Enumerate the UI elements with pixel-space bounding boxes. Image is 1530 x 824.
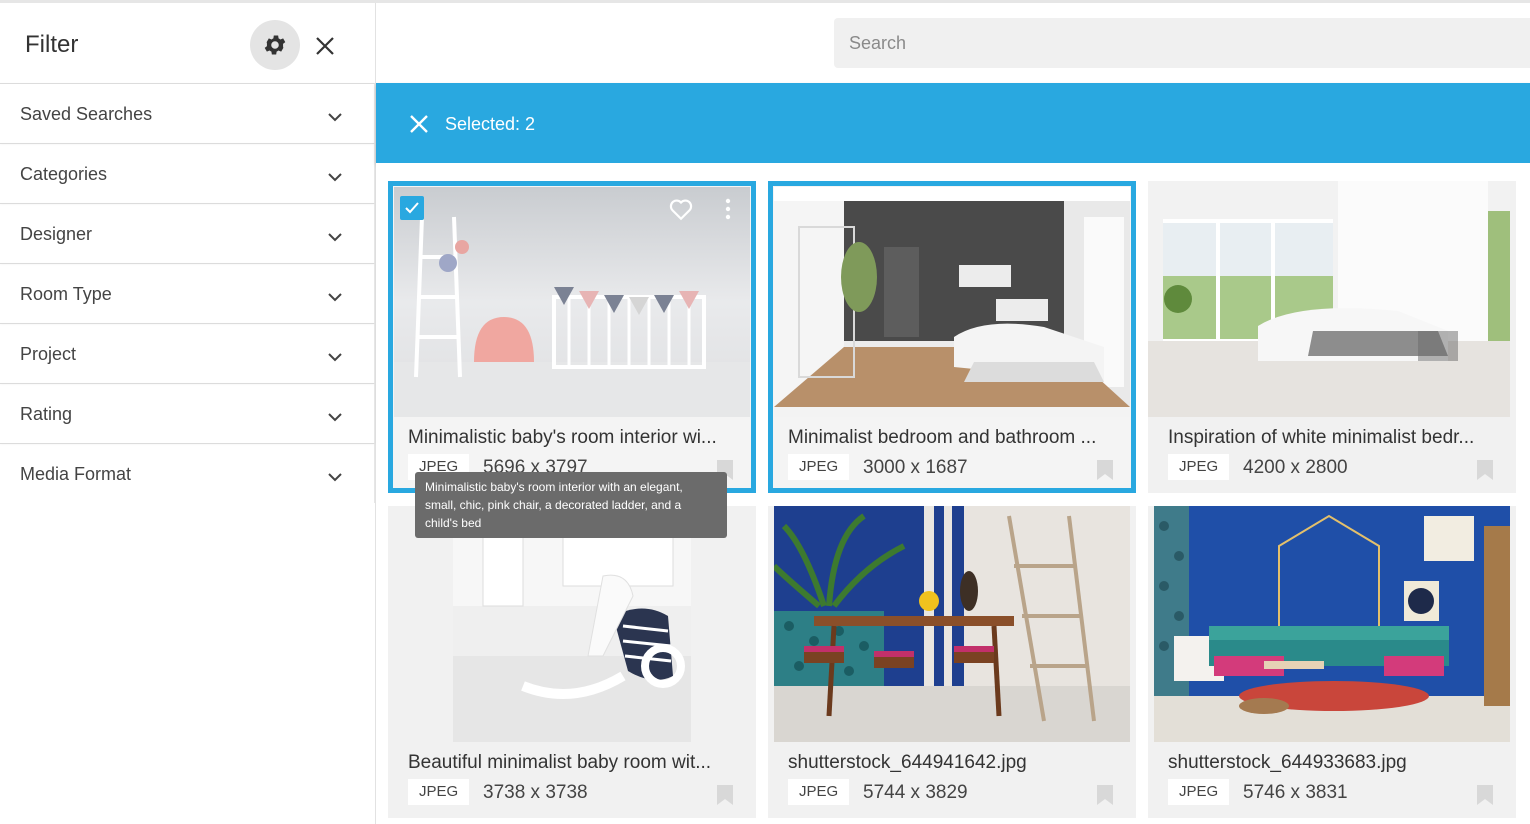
chevron-down-icon: [328, 113, 342, 122]
chevron-down-icon: [328, 233, 342, 242]
selection-count: Selected: 2: [445, 114, 536, 134]
thumbnail-image: [774, 187, 1130, 417]
thumbnail-image: [1148, 181, 1510, 417]
image-dimensions: 4200 x 2800: [1243, 457, 1348, 478]
media-card[interactable]: shutterstock_644933683.jpg JPEG 5746 x 3…: [1148, 506, 1516, 818]
filter-media-format[interactable]: Media Format: [0, 443, 375, 503]
selection-bar: Selected: 2: [376, 83, 1530, 163]
media-card[interactable]: Beautiful minimalist baby room wit... JP…: [388, 506, 756, 818]
search-input[interactable]: Search: [834, 18, 1530, 68]
filter-label: Rating: [20, 404, 73, 424]
filter-label: Categories: [20, 164, 108, 184]
card-title: shutterstock_644941642.jpg: [788, 752, 1027, 773]
bookmark-icon[interactable]: [1096, 784, 1114, 806]
close-icon: [316, 37, 334, 55]
bookmark-icon[interactable]: [1476, 459, 1494, 481]
bookmark-icon[interactable]: [1096, 459, 1114, 481]
chevron-down-icon: [328, 173, 342, 182]
format-badge: JPEG: [1168, 454, 1230, 480]
chevron-down-icon: [328, 473, 342, 482]
filter-label: Media Format: [20, 464, 132, 484]
card-title: Minimalist bedroom and bathroom ...: [788, 427, 1097, 448]
filter-project[interactable]: Project: [0, 323, 375, 383]
chevron-down-icon: [328, 353, 342, 362]
thumbnail-image: [774, 506, 1130, 742]
bookmark-icon[interactable]: [1476, 784, 1494, 806]
chevron-down-icon: [328, 413, 342, 422]
card-title: shutterstock_644933683.jpg: [1168, 752, 1407, 773]
format-badge: JPEG: [788, 779, 850, 805]
filter-label: Room Type: [20, 284, 112, 304]
bookmark-icon[interactable]: [716, 784, 734, 806]
card-title: Inspiration of white minimalist bedr...: [1168, 427, 1475, 448]
search-placeholder: Search: [849, 33, 907, 53]
filter-saved-searches[interactable]: Saved Searches: [0, 83, 375, 143]
filter-label: Designer: [20, 224, 93, 244]
media-card[interactable]: Inspiration of white minimalist bedr... …: [1148, 181, 1516, 493]
filter-label: Saved Searches: [20, 104, 153, 124]
chevron-down-icon: [328, 293, 342, 302]
image-dimensions: 5746 x 3831: [1243, 782, 1348, 803]
filter-designer[interactable]: Designer: [0, 203, 375, 263]
thumbnail-image: [453, 506, 691, 742]
close-filter-button[interactable]: [309, 30, 341, 62]
image-dimensions: 3738 x 3738: [483, 782, 588, 803]
gear-icon: [264, 35, 286, 55]
media-card[interactable]: Minimalistic baby's room interior wi... …: [388, 181, 756, 493]
card-title: Minimalistic baby's room interior wi...: [408, 427, 717, 448]
sidebar-header: Filter: [0, 3, 375, 83]
more-vert-icon[interactable]: [724, 197, 732, 221]
sidebar-title: Filter: [25, 31, 79, 58]
select-checkbox[interactable]: [400, 196, 424, 220]
thumbnail-image: [394, 187, 750, 417]
filter-list: Saved Searches Categories Designer Room …: [0, 83, 375, 503]
format-badge: JPEG: [788, 454, 850, 480]
title-tooltip: Minimalistic baby's room interior with a…: [415, 472, 727, 538]
format-badge: JPEG: [408, 779, 470, 805]
media-card[interactable]: shutterstock_644941642.jpg JPEG 5744 x 3…: [768, 506, 1136, 818]
filter-categories[interactable]: Categories: [0, 143, 375, 203]
main-area: Search Selected: 2 Minimalistic baby's r…: [376, 3, 1530, 824]
settings-button[interactable]: [250, 20, 300, 70]
check-icon: [405, 202, 419, 214]
filter-sidebar: Filter Saved Searches Categories Designe…: [0, 3, 376, 824]
image-dimensions: 3000 x 1687: [863, 457, 968, 478]
media-card[interactable]: Minimalist bedroom and bathroom ... JPEG…: [768, 181, 1136, 493]
format-badge: JPEG: [1168, 779, 1230, 805]
filter-rating[interactable]: Rating: [0, 383, 375, 443]
image-dimensions: 5744 x 3829: [863, 782, 968, 803]
filter-room-type[interactable]: Room Type: [0, 263, 375, 323]
close-icon: [410, 115, 428, 133]
clear-selection-button[interactable]: [406, 111, 432, 137]
card-title: Beautiful minimalist baby room wit...: [408, 752, 712, 773]
thumbnail-image: [1154, 506, 1510, 742]
filter-label: Project: [20, 344, 77, 364]
heart-icon[interactable]: [668, 196, 694, 222]
